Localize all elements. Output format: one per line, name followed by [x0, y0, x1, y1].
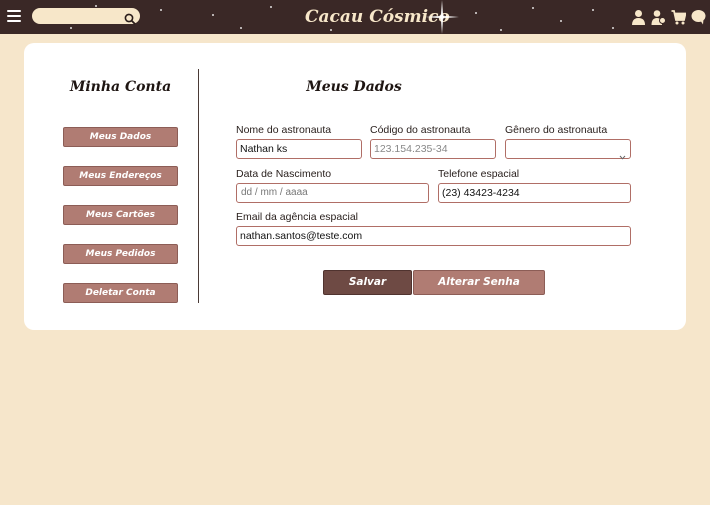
- gender-label: Gênero do astronauta: [505, 124, 608, 136]
- search-input[interactable]: [32, 8, 122, 24]
- account-card: Minha Conta Meus Dados Meus Endereços Me…: [24, 43, 686, 330]
- user-icon[interactable]: [631, 9, 646, 25]
- sidebar-item-deletar-conta[interactable]: Deletar Conta: [63, 283, 178, 303]
- chevron-down-icon: [619, 146, 626, 160]
- gender-select[interactable]: [505, 139, 631, 160]
- header-actions: [631, 8, 706, 26]
- cart-icon[interactable]: [671, 9, 686, 25]
- birthdate-placeholder: dd / mm / aaaa: [241, 187, 308, 198]
- page-title: Meus Dados: [306, 79, 402, 95]
- name-field[interactable]: [236, 139, 362, 159]
- search-bar: [32, 8, 140, 25]
- email-label: Email da agência espacial: [236, 211, 358, 223]
- code-field[interactable]: [370, 139, 496, 159]
- sidebar-item-meus-enderecos[interactable]: Meus Endereços: [63, 166, 178, 186]
- name-label: Nome do astronauta: [236, 124, 332, 136]
- sparkle-icon: [425, 0, 459, 34]
- phone-label: Telefone espacial: [438, 168, 520, 180]
- sidebar-item-meus-dados[interactable]: Meus Dados: [63, 127, 178, 147]
- birthdate-label: Data de Nascimento: [236, 168, 332, 180]
- hamburger-menu-icon[interactable]: [7, 10, 21, 22]
- sidebar-title: Minha Conta: [69, 79, 172, 95]
- account-icon[interactable]: [651, 9, 666, 25]
- search-icon[interactable]: [124, 10, 136, 25]
- birthdate-field[interactable]: dd / mm / aaaa: [236, 183, 429, 203]
- save-button[interactable]: Salvar: [323, 270, 412, 295]
- top-navbar: Cacau Cósmico: [0, 0, 710, 34]
- sidebar-item-meus-cartoes[interactable]: Meus Cartões: [63, 205, 178, 225]
- phone-field[interactable]: [438, 183, 631, 203]
- sidebar-item-meus-pedidos[interactable]: Meus Pedidos: [63, 244, 178, 264]
- email-field[interactable]: [236, 226, 631, 246]
- change-password-button[interactable]: Alterar Senha: [413, 270, 545, 295]
- code-label: Código do astronauta: [370, 124, 471, 136]
- chat-icon[interactable]: [691, 9, 706, 25]
- vertical-divider: [198, 69, 199, 303]
